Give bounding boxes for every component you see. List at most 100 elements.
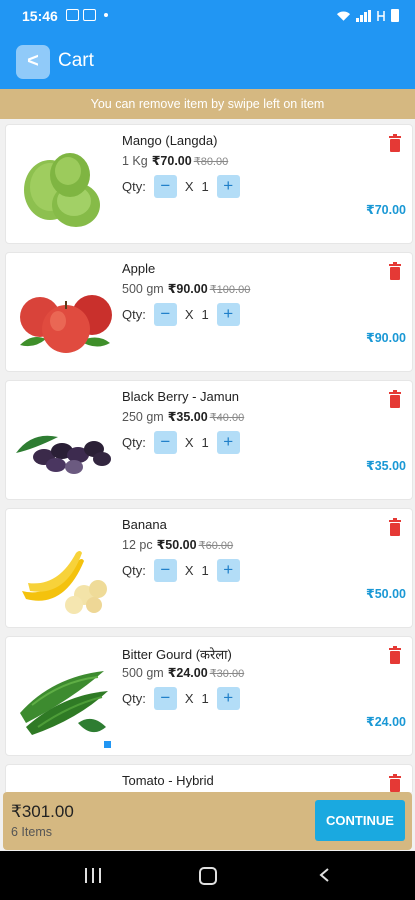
quantity-stepper: Qty: − X 1 + [122, 302, 240, 326]
unit-size: 1 Kg [122, 154, 148, 168]
line-total: ₹50.00 [366, 587, 406, 601]
qty-label: Qty: [122, 690, 146, 706]
cart-item-black-berry[interactable]: Black Berry - Jamun 250 gm ₹35.00 ₹40.00 Q… [5, 380, 413, 500]
original-price: ₹100.00 [209, 284, 251, 296]
status-bar: 15:46 [0, 0, 415, 34]
product-name: Mango (Langda) [122, 133, 218, 148]
quantity-stepper: Qty: − X 1 + [122, 686, 240, 710]
price-line: 500 gm ₹24.00 ₹30.00 [122, 665, 244, 680]
decrease-qty-button[interactable]: − [153, 558, 177, 582]
banana-image [22, 551, 107, 614]
product-name: Bitter Gourd (करेला) [122, 647, 232, 662]
product-name: Banana [122, 517, 167, 532]
apple-image [20, 295, 112, 353]
back-nav-icon[interactable] [318, 868, 330, 882]
original-price: ₹40.00 [209, 412, 245, 424]
status-time: 15:46 [22, 8, 58, 24]
selection-marker [104, 741, 111, 748]
price-line: 12 pc ₹50.00 ₹60.00 [122, 537, 233, 552]
black-berry-image [16, 435, 111, 474]
price-line: 1 Kg ₹70.00 ₹80.00 [122, 153, 228, 168]
price-line: 500 gm ₹90.00 ₹100.00 [122, 281, 250, 296]
system-nav-bar [0, 851, 415, 900]
selling-price: ₹70.00 [151, 154, 192, 168]
decrease-qty-button[interactable]: − [153, 302, 177, 326]
decrease-qty-button[interactable]: − [153, 686, 177, 710]
delete-icon[interactable] [388, 646, 402, 664]
selling-price: ₹90.00 [167, 282, 208, 296]
qty-value: 1 [201, 434, 209, 450]
times-sign: X [184, 178, 194, 194]
qty-value: 1 [201, 306, 209, 322]
delete-icon[interactable] [388, 134, 402, 152]
unit-size: 500 gm [122, 282, 164, 296]
increase-qty-button[interactable]: + [216, 174, 240, 198]
app-header: < Cart [0, 34, 415, 89]
cart-item-apple[interactable]: Apple 500 gm ₹90.00 ₹100.00 Qty: − X 1 + ₹… [5, 252, 413, 372]
qty-label: Qty: [122, 306, 146, 322]
quantity-stepper: Qty: − X 1 + [122, 174, 240, 198]
qty-value: 1 [201, 562, 209, 578]
unit-size: 500 gm [122, 666, 164, 680]
quantity-stepper: Qty: − X 1 + [122, 430, 240, 454]
cart-total: ₹301.00 [11, 802, 74, 821]
selling-price: ₹35.00 [167, 410, 208, 424]
cart-list[interactable]: Mango (Langda) 1 Kg ₹70.00 ₹80.00 Qty: − X… [0, 119, 415, 792]
bitter-gourd-image [20, 671, 108, 735]
cart-item-bitter-gourd[interactable]: Bitter Gourd (करेला) 500 gm ₹24.00 ₹30.00 … [5, 636, 413, 756]
original-price: ₹30.00 [209, 668, 245, 680]
line-total: ₹90.00 [366, 331, 406, 345]
original-price: ₹80.00 [193, 156, 229, 168]
swipe-hint-banner: You can remove item by swipe left on ite… [0, 89, 415, 119]
line-total: ₹24.00 [366, 715, 406, 729]
times-sign: X [184, 562, 194, 578]
signal-icon [356, 9, 371, 22]
sim-icon [104, 13, 108, 17]
selling-price: ₹50.00 [156, 538, 197, 552]
delete-icon[interactable] [388, 518, 402, 536]
qty-label: Qty: [122, 178, 146, 194]
delete-icon[interactable] [388, 262, 402, 280]
cart-item-banana[interactable]: Banana 12 pc ₹50.00 ₹60.00 Qty: − X 1 + ₹5… [5, 508, 413, 628]
qty-label: Qty: [122, 434, 146, 450]
increase-qty-button[interactable]: + [216, 558, 240, 582]
times-sign: X [184, 306, 194, 322]
qty-value: 1 [201, 178, 209, 194]
battery-icon [391, 9, 399, 22]
product-name: Tomato - Hybrid [122, 773, 214, 788]
qty-label: Qty: [122, 562, 146, 578]
notification-icon [66, 9, 79, 21]
decrease-qty-button[interactable]: − [153, 174, 177, 198]
original-price: ₹60.00 [198, 540, 234, 552]
increase-qty-button[interactable]: + [216, 430, 240, 454]
quantity-stepper: Qty: − X 1 + [122, 558, 240, 582]
home-icon[interactable] [199, 867, 217, 885]
back-button[interactable]: < [16, 45, 50, 79]
line-total: ₹35.00 [366, 459, 406, 473]
wifi-icon [336, 10, 351, 21]
line-total: ₹70.00 [366, 203, 406, 217]
recent-apps-icon[interactable] [85, 868, 101, 883]
times-sign: X [184, 434, 194, 450]
continue-button[interactable]: CONTINUE [315, 800, 405, 841]
mango-image [24, 153, 100, 227]
increase-qty-button[interactable]: + [216, 686, 240, 710]
delete-icon[interactable] [388, 390, 402, 408]
price-line: 250 gm ₹35.00 ₹40.00 [122, 409, 244, 424]
items-count: 6 Items [11, 825, 52, 839]
delete-icon[interactable] [388, 774, 402, 792]
selling-price: ₹24.00 [167, 666, 208, 680]
photo-icon [83, 9, 96, 21]
lte-icon [377, 10, 385, 21]
times-sign: X [184, 690, 194, 706]
cart-item-tomato[interactable]: Tomato - Hybrid [5, 764, 413, 792]
cart-item-mango[interactable]: Mango (Langda) 1 Kg ₹70.00 ₹80.00 Qty: − X… [5, 124, 413, 244]
qty-value: 1 [201, 690, 209, 706]
unit-size: 12 pc [122, 538, 153, 552]
decrease-qty-button[interactable]: − [153, 430, 177, 454]
product-name: Black Berry - Jamun [122, 389, 240, 404]
page-title: Cart [58, 50, 94, 71]
cart-summary-bar: ₹301.00 6 Items CONTINUE [3, 792, 412, 850]
unit-size: 250 gm [122, 410, 164, 424]
increase-qty-button[interactable]: + [216, 302, 240, 326]
